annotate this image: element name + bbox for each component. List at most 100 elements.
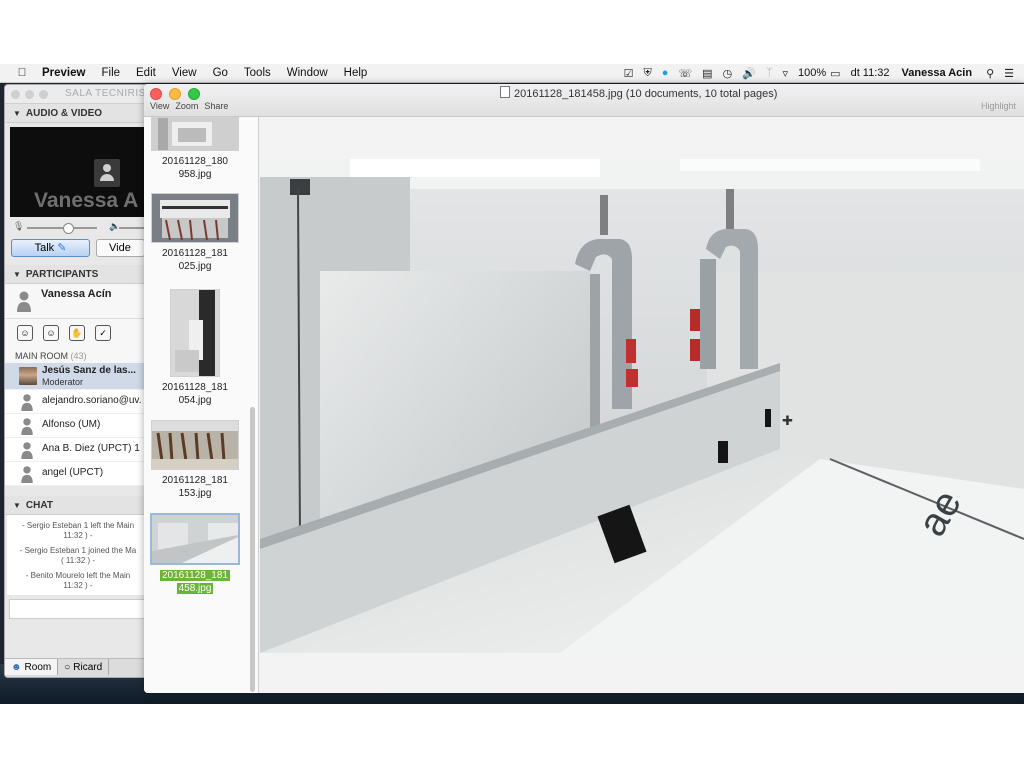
participant-name: alejandro.soriano@uv. [42,395,142,406]
thumbnail-item[interactable]: 20161128_181 153.jpg [150,420,240,500]
menu-help[interactable]: Help [344,67,368,79]
participant-name: Alfonso (UM) [42,419,101,430]
sidebar-scrollbar[interactable] [250,407,255,692]
participant-row-moderator[interactable]: Jesús Sanz de las... Moderator [5,363,151,390]
user-avatar-icon [21,442,33,459]
chat-section-header[interactable]: ▼ CHAT [5,496,151,515]
thumbnail-caption-line: 054.jpg [178,395,212,406]
clock[interactable]: dt 11:32 [851,67,890,79]
talk-label: Talk [34,242,55,254]
disclosure-triangle-icon[interactable]: ▼ [13,501,21,510]
time-machine-icon[interactable]: ◷ [723,67,733,80]
conference-titlebar: SALA TECNIRIS [5,85,151,104]
checklist-icon[interactable]: ☑ [624,67,634,80]
toolbar-zoom[interactable]: Zoom [175,101,198,111]
participant-row[interactable]: angel (UPCT) [5,462,151,486]
thumbnail-caption-line: 20161128_181 [160,570,230,581]
menu-tools[interactable]: Tools [244,67,271,79]
toolbar-view[interactable]: View [150,101,169,111]
zoom-button[interactable] [188,88,200,100]
shield-icon[interactable]: ⛨ [644,67,652,80]
preview-window: 20161128_181458.jpg (10 documents, 10 to… [144,84,1024,693]
menu-go[interactable]: Go [213,67,228,79]
audio-video-section-header[interactable]: ▼ AUDIO & VIDEO [5,104,151,123]
volume-icon[interactable]: 🔊 [742,67,756,80]
raise-hand-icon[interactable]: ✋ [69,325,85,341]
user-status-icon[interactable]: ☺ [43,325,59,341]
talk-video-buttons: Talk ✎ Vide [5,235,151,261]
participant-role: Moderator [42,377,84,387]
conference-window-title: SALA TECNIRIS [65,88,146,99]
phone-icon[interactable]: ☏ [678,67,692,80]
audio-video-label: AUDIO & VIDEO [25,107,103,119]
toolbar-share[interactable]: Share [204,101,228,111]
thumbnail-caption: 20161128_181 153.jpg [150,474,240,500]
participant-name: angel (UPCT) [42,467,104,478]
participants-section-header[interactable]: ▼ PARTICIPANTS [5,265,151,284]
minimize-button[interactable] [169,88,181,100]
menu-edit[interactable]: Edit [136,67,156,79]
main-photo[interactable]: ae [260,159,1024,653]
skype-icon[interactable]: ● [662,67,669,79]
preview-titlebar: 20161128_181458.jpg (10 documents, 10 to… [144,84,1024,117]
apple-menu-icon[interactable]:  [14,67,30,79]
thumbnail-image [151,117,239,151]
participant-row[interactable]: alejandro.soriano@uv. [5,390,151,414]
server-room-photo: ae [260,159,1024,653]
room-count: (43) [70,351,87,361]
window-controls [150,88,200,100]
thumbnail-item[interactable]: 20161128_180 958.jpg [150,117,240,181]
talk-button[interactable]: Talk ✎ [11,239,90,257]
battery-icon[interactable]: ▭ [830,67,840,80]
close-button[interactable] [11,90,20,99]
disclosure-triangle-icon[interactable]: ▼ [13,270,21,279]
participant-row[interactable]: Ana B. Diez (UPCT) 1 [5,438,151,462]
user-avatar-icon [17,291,31,312]
chat-message: - Sergio Esteban 1 left the Main 11:32 ) … [7,521,149,541]
my-participant-entry[interactable]: Vanessa Acín [5,284,151,319]
menu-view[interactable]: View [172,67,197,79]
chat-input[interactable] [9,599,147,619]
thumbnail-item[interactable]: 20161128_181 025.jpg [150,193,240,273]
room-label: MAIN ROOM [15,351,68,361]
tab-room[interactable]: ☻ Room [5,659,59,675]
agree-icon[interactable]: ✓ [95,325,111,341]
minimize-button[interactable] [25,90,34,99]
menu-window[interactable]: Window [287,67,328,79]
thumbnail-item-selected[interactable]: 20161128_181 458.jpg [150,513,240,595]
user-name[interactable]: Vanessa Acin [902,67,973,79]
user-avatar-icon [21,466,33,483]
participant-row[interactable]: Alfonso (UM) [5,414,151,438]
audio-sliders: 🎙 🔈 [5,221,151,235]
user-avatar-icon [21,394,33,411]
menu-app-preview[interactable]: Preview [42,67,85,79]
preview-toolbar: View Zoom Share [150,101,228,111]
wifi-icon[interactable]: ▿ [783,67,789,80]
tab-ricard[interactable]: ○ Ricard [58,659,110,675]
chat-log: - Sergio Esteban 1 left the Main 11:32 ) … [7,515,149,595]
status-area: ☑ ⛨ ● ☏ ▤ ◷ 🔊 ᛉ ▿ 100% ▭ dt 11:32 Vaness… [624,64,1024,82]
crosshair-cursor-icon: ✚ [782,413,793,428]
thumbnail-caption-line: 458.jpg [176,583,214,594]
window-title: 20161128_181458.jpg (10 documents, 10 to… [500,86,777,100]
participant-list: Jesús Sanz de las... Moderator alejandro… [5,363,151,486]
thumbnail-image [151,420,239,470]
disclosure-triangle-icon[interactable]: ▼ [13,109,21,118]
mic-volume-slider[interactable] [27,227,97,229]
zoom-button[interactable] [39,90,48,99]
bluetooth-icon[interactable]: ᛉ [766,67,773,79]
document-icon [500,86,510,98]
close-button[interactable] [150,88,162,100]
toolbar-highlight[interactable]: Highlight [981,101,1016,111]
room-icon: ☻ [11,661,22,673]
mic-volume-knob[interactable] [63,223,74,234]
keyboard-icon[interactable]: ▤ [702,67,712,80]
notification-center-icon[interactable]: ☰ [1004,67,1014,80]
spotlight-search-icon[interactable]: ⚲ [986,67,994,80]
thumbnail-item[interactable]: 20161128_181 054.jpg [150,289,240,407]
emoticon-icon[interactable]: ☺ [17,325,33,341]
window-controls [11,90,48,99]
chat-message-time: 11:32 ) - [63,581,93,590]
video-button[interactable]: Vide [96,239,145,257]
menu-file[interactable]: File [101,67,120,79]
